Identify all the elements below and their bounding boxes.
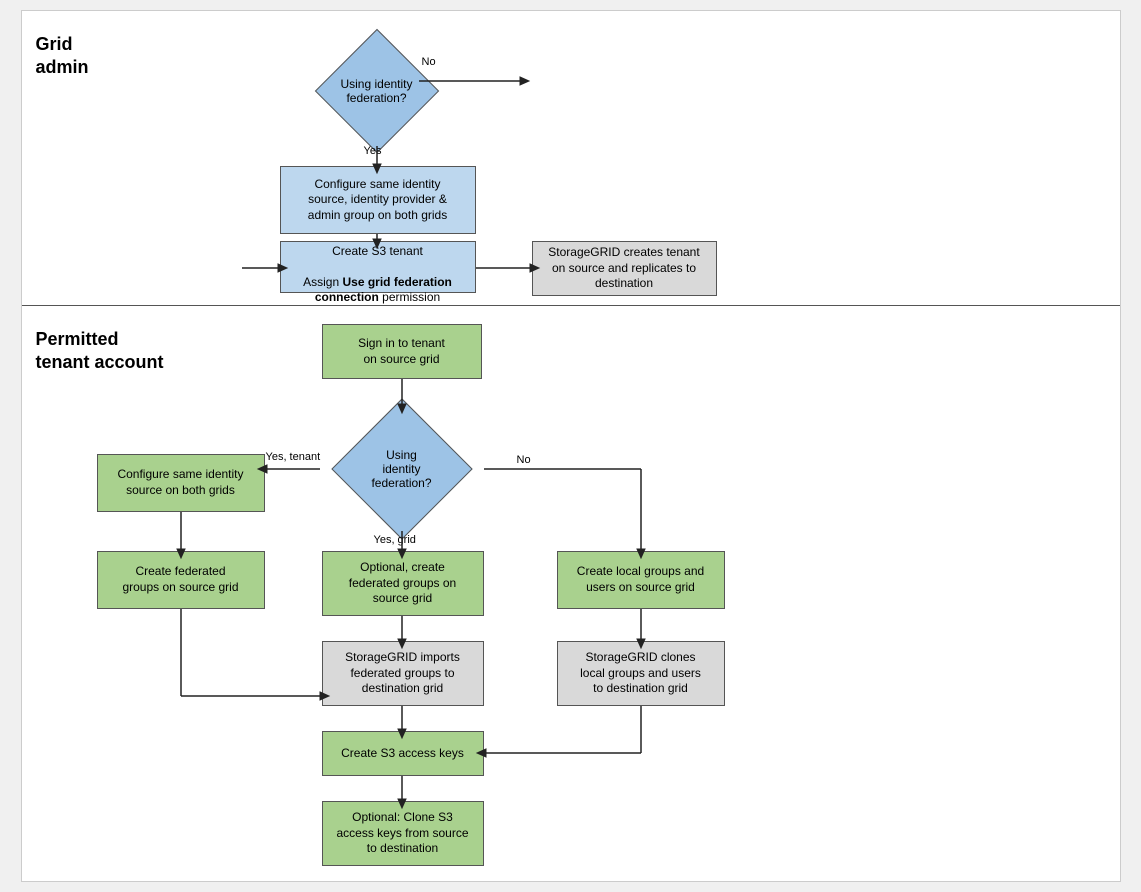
bottom-section: Permitted tenant account Sign in to tena… (22, 306, 1120, 881)
diamond-identity-federation-top: Using identity federation? (307, 36, 447, 146)
box-optional-federated: Optional, create federated groups on sou… (322, 551, 484, 616)
box-storagegrid-creates: StorageGRID creates tenant on source and… (532, 241, 717, 296)
box-optional-clone: Optional: Clone S3 access keys from sour… (322, 801, 484, 866)
section-label-tenant: Permitted tenant account (22, 316, 1120, 381)
no-label-bottom: No (517, 454, 531, 466)
yes-label-top: Yes (364, 145, 382, 157)
section-label-grid-admin: Grid admin (22, 21, 1120, 86)
box-create-local: Create local groups and users on source … (557, 551, 725, 609)
box-storagegrid-imports: StorageGRID imports federated groups to … (322, 641, 484, 706)
yes-tenant-label: Yes, tenant (266, 451, 321, 463)
no-label-top: No (422, 56, 436, 68)
top-section: Grid admin Using identity federation? No… (22, 11, 1120, 306)
box-configure-identity-bottom: Configure same identity source on both g… (97, 454, 265, 512)
diamond-identity-federation-bottom: Using identity federation? (320, 406, 484, 531)
box-configure-identity: Configure same identity source, identity… (280, 166, 476, 234)
box-storagegrid-clones: StorageGRID clones local groups and user… (557, 641, 725, 706)
box-sign-in: Sign in to tenant on source grid (322, 324, 482, 379)
box-s3-access-keys: Create S3 access keys (322, 731, 484, 776)
box-create-s3-tenant: Create S3 tenant Assign Use grid federat… (280, 241, 476, 293)
box-create-federated: Create federated groups on source grid (97, 551, 265, 609)
main-container: Grid admin Using identity federation? No… (21, 10, 1121, 882)
yes-grid-label: Yes, grid (374, 534, 416, 546)
